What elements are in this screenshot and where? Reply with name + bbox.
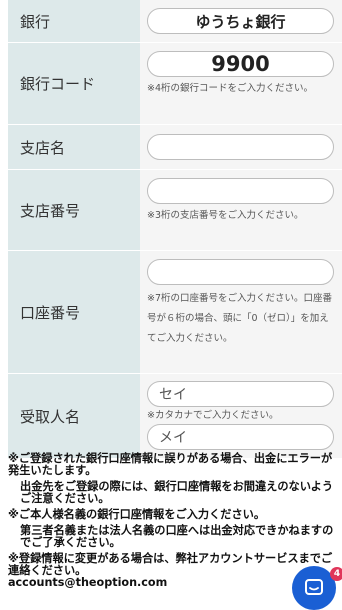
account-number-input[interactable] (147, 259, 334, 285)
note-2-sub: 第三者名義または法人名義の口座へは出金対応できかねますのでご了承ください。 (20, 524, 334, 549)
account-holder-label: 受取人名 (8, 374, 140, 458)
account-number-row: 口座番号 ※7桁の口座番号をご入力ください。口座番号が６桁の場合、頭に「0（ゼロ… (8, 251, 342, 374)
account-number-hint: ※7桁の口座番号をご入力ください。口座番号が６桁の場合、頭に「0（ゼロ）」を加え… (147, 293, 333, 344)
note-1: ※ご登録された銀行口座情報に誤りがある場合、出金にエラーが発生いたします。 (8, 452, 333, 477)
account-number-label: 口座番号 (8, 251, 140, 373)
first-name-kana-input[interactable]: メイ (147, 424, 334, 450)
chat-notification-badge: 4 (330, 567, 342, 581)
bank-code-hint: ※4桁の銀行コードをご入力ください。 (147, 83, 314, 94)
bank-code-label: 銀行コード (8, 43, 140, 124)
account-holder-hint: ※カタカナでご入力ください。 (147, 410, 279, 421)
bank-row: 銀行 ゆうちょ銀行 (8, 0, 342, 43)
notes-section: ※ご登録された銀行口座情報に誤りがある場合、出金にエラーが発生いたします。 出金… (8, 453, 334, 589)
branch-number-label: 支店番号 (8, 170, 140, 250)
branch-name-label: 支店名 (8, 125, 140, 169)
branch-name-row: 支店名 (8, 125, 342, 170)
bank-label: 銀行 (8, 0, 140, 42)
branch-number-row: 支店番号 ※3桁の支店番号をご入力ください。 (8, 170, 342, 251)
bank-account-form: 銀行 ゆうちょ銀行 銀行コード 9900 ※4桁の銀行コードをご入力ください。 … (8, 0, 342, 459)
branch-name-input[interactable] (147, 134, 334, 160)
note-1-sub: 出金先をご登録の際には、銀行口座情報をお間違えのないようご注意ください。 (20, 480, 334, 505)
note-3: ※登録情報に変更がある場合は、弊社アカウントサービスまでご連絡ください。 (8, 552, 333, 577)
bank-code-input[interactable]: 9900 (147, 51, 334, 77)
account-holder-row: 受取人名 セイ ※カタカナでご入力ください。 メイ (8, 374, 342, 459)
last-name-kana-input[interactable]: セイ (147, 381, 334, 407)
branch-number-hint: ※3桁の支店番号をご入力ください。 (147, 210, 304, 221)
note-2: ※ご本人様名義の銀行口座情報をご入力ください。 (8, 508, 266, 521)
bank-code-row: 銀行コード 9900 ※4桁の銀行コードをご入力ください。 (8, 43, 342, 125)
bank-select[interactable]: ゆうちょ銀行 (147, 8, 334, 34)
support-email[interactable]: accounts@theoption.com (8, 577, 334, 589)
branch-number-input[interactable] (147, 178, 334, 204)
chat-icon (305, 579, 323, 595)
